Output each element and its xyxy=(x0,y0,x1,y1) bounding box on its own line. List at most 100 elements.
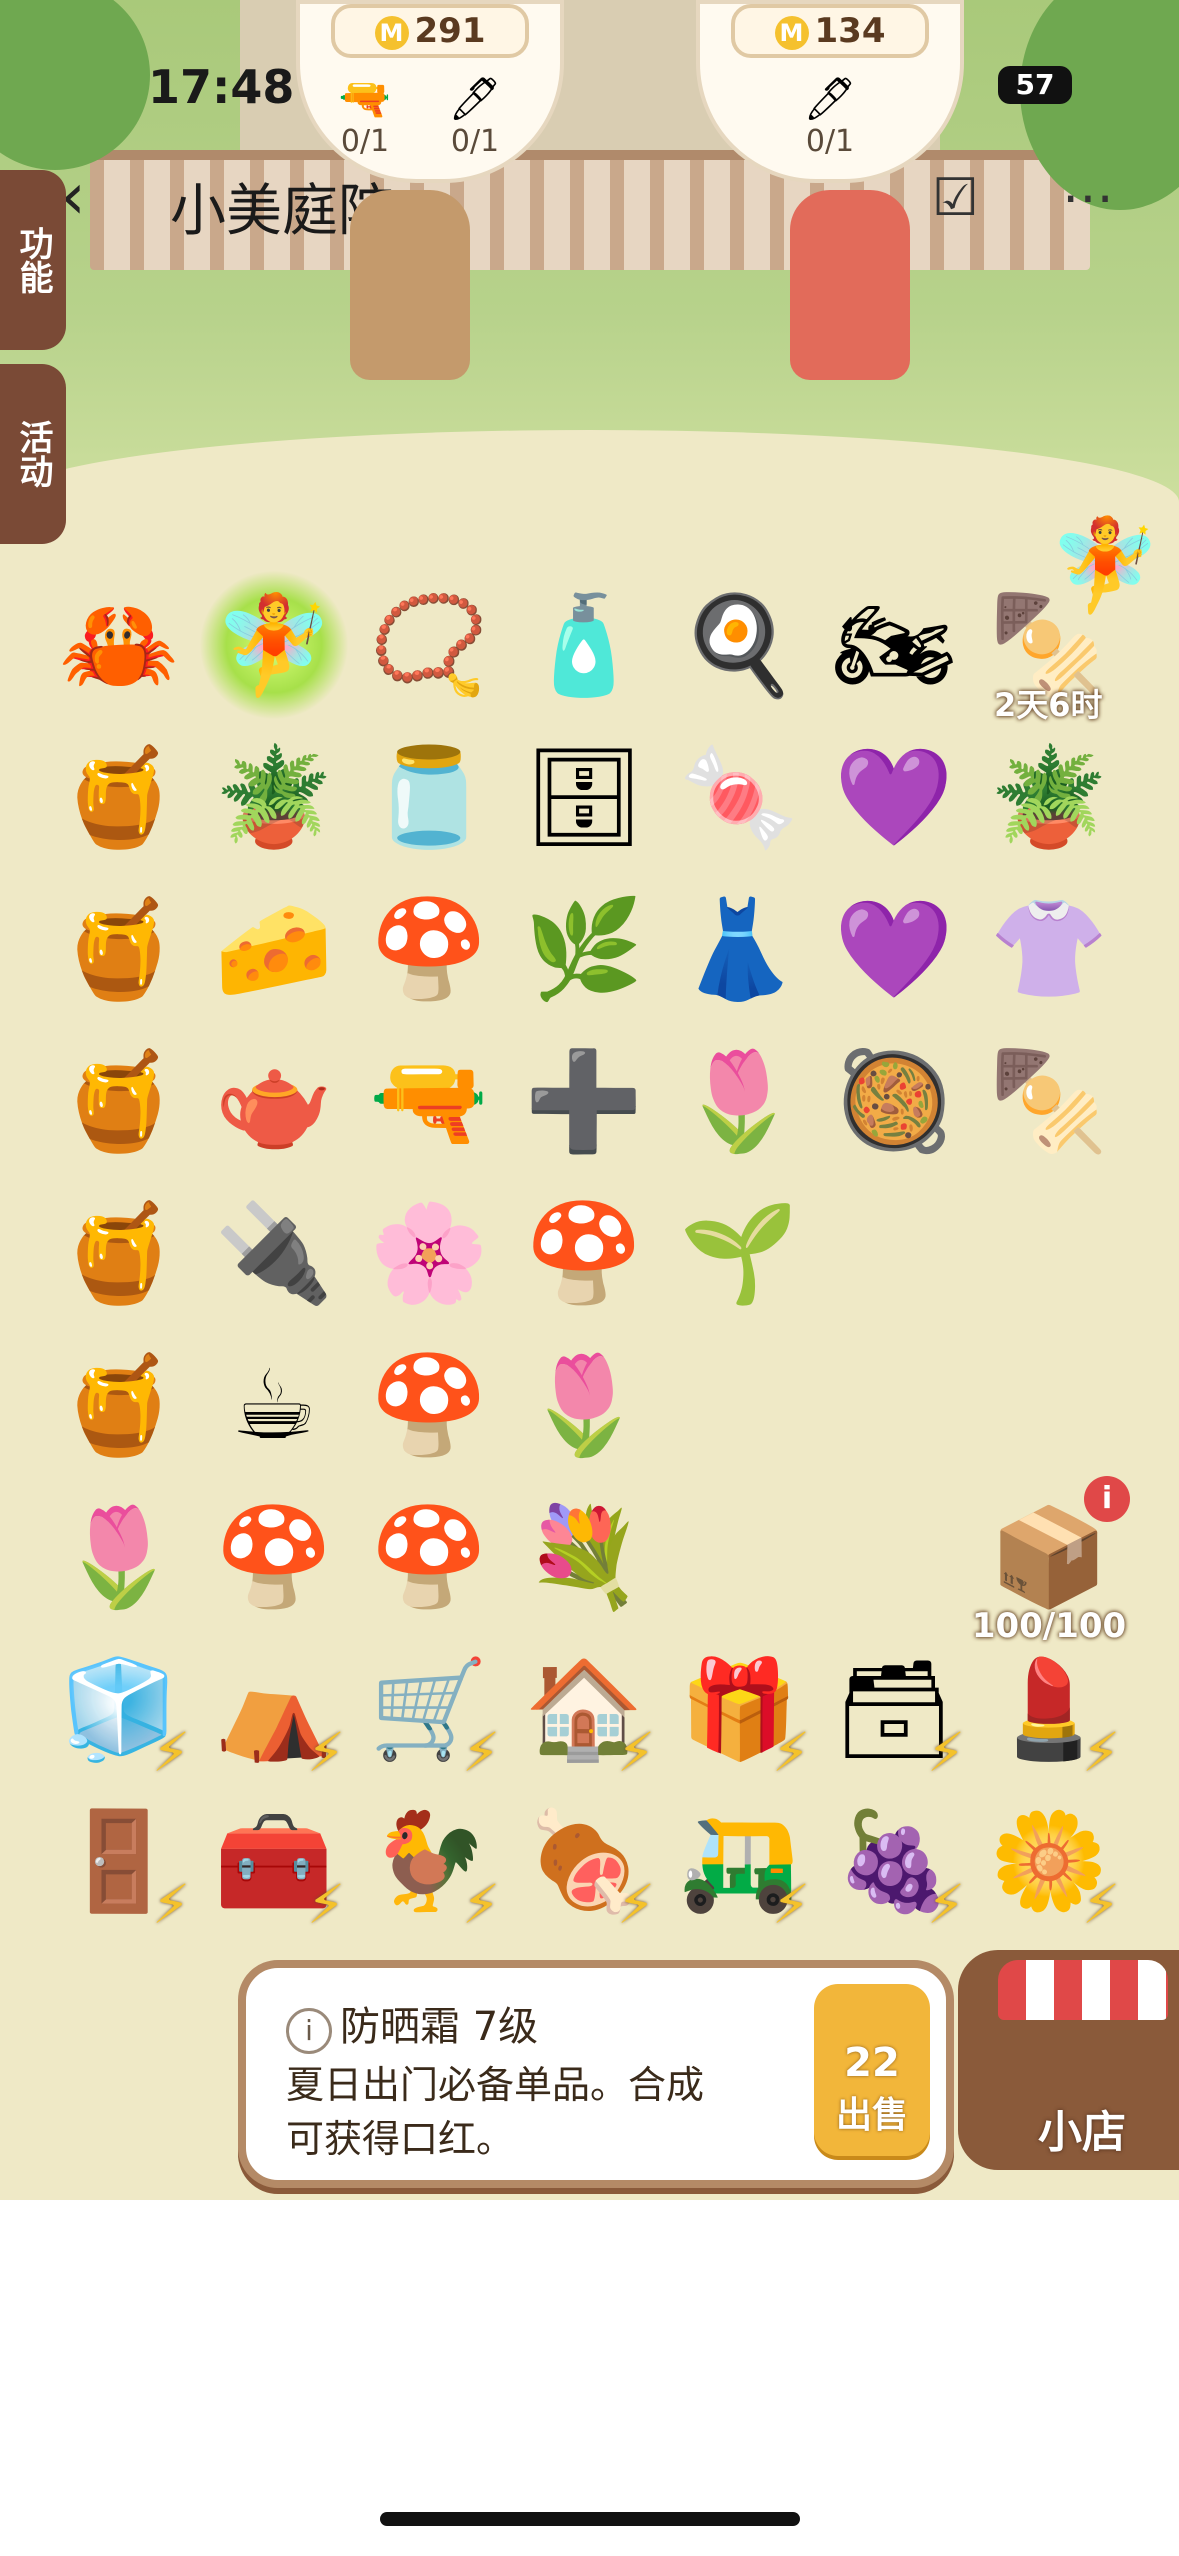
bracelet-icon[interactable]: 💜 xyxy=(819,874,969,1024)
sunscreen-bottle-icon[interactable]: 🧴 xyxy=(509,570,659,720)
game-board-screen: 17:48 ◠ 57 M291 🔫 0/1 🖊 0/1 M134 🖊 0/1 ‹… xyxy=(0,0,1179,2200)
purple-tent-icon[interactable]: ⛺ ⚡ xyxy=(199,1634,349,1785)
stove-icon[interactable]: 🍳 xyxy=(664,570,814,720)
info-icon[interactable]: i xyxy=(286,2008,332,2054)
bookmark-check-icon[interactable]: ☑ xyxy=(932,168,979,228)
coin-icon: M xyxy=(774,15,809,50)
flower-planter-icon[interactable]: 🌼 ⚡ xyxy=(974,1786,1124,1937)
honey-pot-icon[interactable]: 🍯 xyxy=(44,1026,194,1176)
reward-chest-icon[interactable]: 📦 100/100 i xyxy=(972,1476,1130,1646)
greenhouse-icon[interactable]: 🏠 ⚡ xyxy=(509,1634,659,1785)
coin-icon: M xyxy=(374,15,409,50)
energy-bolt-icon: ⚡ xyxy=(772,1873,810,1936)
bush xyxy=(0,0,150,170)
flower-pot-icon[interactable]: 🌸 xyxy=(354,1178,504,1328)
bracelet-icon[interactable]: 💜 xyxy=(819,722,969,872)
coffee-cup-icon[interactable]: ☕ xyxy=(199,1330,349,1480)
saucepan-icon[interactable]: 🥘 xyxy=(819,1026,969,1176)
shop-label: 小店 xyxy=(1038,2107,1126,2158)
energy-bolt-icon: ⚡ xyxy=(152,1721,190,1784)
honey-pot-icon[interactable]: 🍯 xyxy=(44,1178,194,1328)
chest-count: 100/100 xyxy=(971,1606,1127,1646)
energy-bolt-icon: ⚡ xyxy=(617,1873,655,1936)
purple-mushroom-icon[interactable]: 🍄 xyxy=(354,874,504,1024)
red-mushroom-icon[interactable]: 🍄 xyxy=(199,1482,349,1632)
npc-right-coins: 134 xyxy=(814,11,886,51)
shopping-cart-icon[interactable]: 🛒 ⚡ xyxy=(354,1634,504,1785)
display-case-icon[interactable]: 🎁 ⚡ xyxy=(664,1634,814,1785)
wooden-cabinet-icon[interactable]: 🚪 ⚡ xyxy=(44,1786,194,1937)
battery-icon: 57 xyxy=(998,66,1072,104)
npc-left-coins: 291 xyxy=(414,11,486,51)
blue-mushroom-icon[interactable]: 🍄 xyxy=(354,1330,504,1480)
activity-tab[interactable]: 活动 xyxy=(0,364,66,544)
grill-cart-icon[interactable]: 🍖 ⚡ xyxy=(509,1786,659,1937)
plus-five-orb-icon[interactable]: ➕ xyxy=(509,1026,659,1176)
pen-icon: 🖊 xyxy=(448,74,502,123)
npc-left-request[interactable]: 🖊 0/1 xyxy=(430,74,520,159)
bbq-grill-icon[interactable]: 🍢 xyxy=(974,1026,1124,1176)
energy-bolt-icon: ⚡ xyxy=(462,1873,500,1936)
item-name: 防晒霜 7级 xyxy=(340,2004,539,2050)
makeup-box-icon[interactable]: 💄 ⚡ xyxy=(974,1634,1124,1785)
chicken-icon[interactable]: 🐓 ⚡ xyxy=(354,1786,504,1937)
more-icon[interactable]: ⋯ xyxy=(1062,168,1114,228)
bouquet-icon[interactable]: 💐 xyxy=(509,1482,659,1632)
energy-bolt-icon: ⚡ xyxy=(307,1873,345,1936)
kettle-icon[interactable]: 🫖 xyxy=(199,1026,349,1176)
girl-character[interactable] xyxy=(790,190,910,380)
function-tab[interactable]: 功能 xyxy=(0,170,66,350)
potted-plant-icon[interactable]: 🪴 xyxy=(974,722,1124,872)
sell-button[interactable]: 22 出售 xyxy=(814,1984,930,2156)
fern-plant-icon[interactable]: 🌿 xyxy=(509,874,659,1024)
blue-skirt-icon[interactable]: 👗 xyxy=(664,874,814,1024)
timer-label: 2天6时 xyxy=(994,686,1103,724)
tulip-icon[interactable]: 🌷 xyxy=(44,1482,194,1632)
home-indicator[interactable] xyxy=(380,2512,800,2526)
sprite-egg-icon[interactable]: 🧚 xyxy=(199,570,349,720)
npc-left-request[interactable]: 🔫 0/1 xyxy=(320,74,410,159)
motorcycle-icon[interactable]: 🏍 xyxy=(819,570,969,720)
energy-bolt-icon: ⚡ xyxy=(927,1721,965,1784)
fridge-icon[interactable]: 🧊 ⚡ xyxy=(44,1634,194,1785)
cream-jar-icon[interactable]: 🫙 xyxy=(354,722,504,872)
honey-pot-icon[interactable]: 🍯 xyxy=(44,1330,194,1480)
small-plant-icon[interactable]: 🌱 xyxy=(664,1178,814,1328)
grandpa-character[interactable] xyxy=(350,190,470,380)
npc-right-coin-pill: M 134 xyxy=(731,4,929,58)
red-mushroom-icon[interactable]: 🍄 xyxy=(354,1482,504,1632)
green-mushroom-icon[interactable]: 🍄 xyxy=(509,1178,659,1328)
pen-icon: 🖊 xyxy=(803,74,857,123)
water-gun-icon: 🔫 xyxy=(338,74,392,123)
cheese-tile-icon[interactable]: 🧀 xyxy=(199,874,349,1024)
necklace-icon[interactable]: 📿 xyxy=(354,570,504,720)
candy-icon[interactable]: 🍬 xyxy=(664,722,814,872)
energy-bolt-icon: ⚡ xyxy=(307,1721,345,1784)
treasure-chest-icon[interactable]: 🧰 ⚡ xyxy=(199,1786,349,1937)
safe-box-icon[interactable]: 🗃 ⚡ xyxy=(819,1634,969,1785)
shop-awning-icon xyxy=(998,1960,1168,2020)
clothes-rack-icon[interactable]: 👚 xyxy=(974,874,1124,1024)
item-title: i 防晒霜 7级 xyxy=(286,1994,538,2054)
sell-label: 出售 xyxy=(835,2095,908,2136)
energy-bolt-icon: ⚡ xyxy=(462,1721,500,1784)
tulip-icon[interactable]: 🌷 xyxy=(509,1330,659,1480)
chest-info-icon[interactable]: i xyxy=(1084,1476,1130,1522)
potted-plant-icon[interactable]: 🪴 xyxy=(199,722,349,872)
energy-bolt-icon: ⚡ xyxy=(1082,1873,1120,1936)
npc-right-request[interactable]: 🖊 0/1 xyxy=(785,74,875,159)
fruit-stand-icon[interactable]: 🍇 ⚡ xyxy=(819,1786,969,1937)
shop-button[interactable]: 小店 xyxy=(958,1950,1179,2170)
pink-cabinet-icon[interactable]: 🗄 xyxy=(509,722,659,872)
crab-icon[interactable]: 🦀 xyxy=(44,570,194,720)
honey-pot-icon[interactable]: 🍯 xyxy=(44,874,194,1024)
power-strip-icon[interactable]: 🔌 xyxy=(199,1178,349,1328)
water-gun-icon[interactable]: 🔫 xyxy=(354,1026,504,1176)
cart-icon[interactable]: 🛺 ⚡ xyxy=(664,1786,814,1937)
energy-bolt-icon: ⚡ xyxy=(617,1721,655,1784)
npc-left-coin-pill: M 291 xyxy=(331,4,529,58)
sell-price: 22 xyxy=(844,2040,900,2086)
item-info-panel: i 防晒霜 7级 夏日出门必备单品。合成可获得口红。 22 出售 xyxy=(238,1960,954,2188)
tulip-icon[interactable]: 🌷 xyxy=(664,1026,814,1176)
honey-pot-icon[interactable]: 🍯 xyxy=(44,722,194,872)
